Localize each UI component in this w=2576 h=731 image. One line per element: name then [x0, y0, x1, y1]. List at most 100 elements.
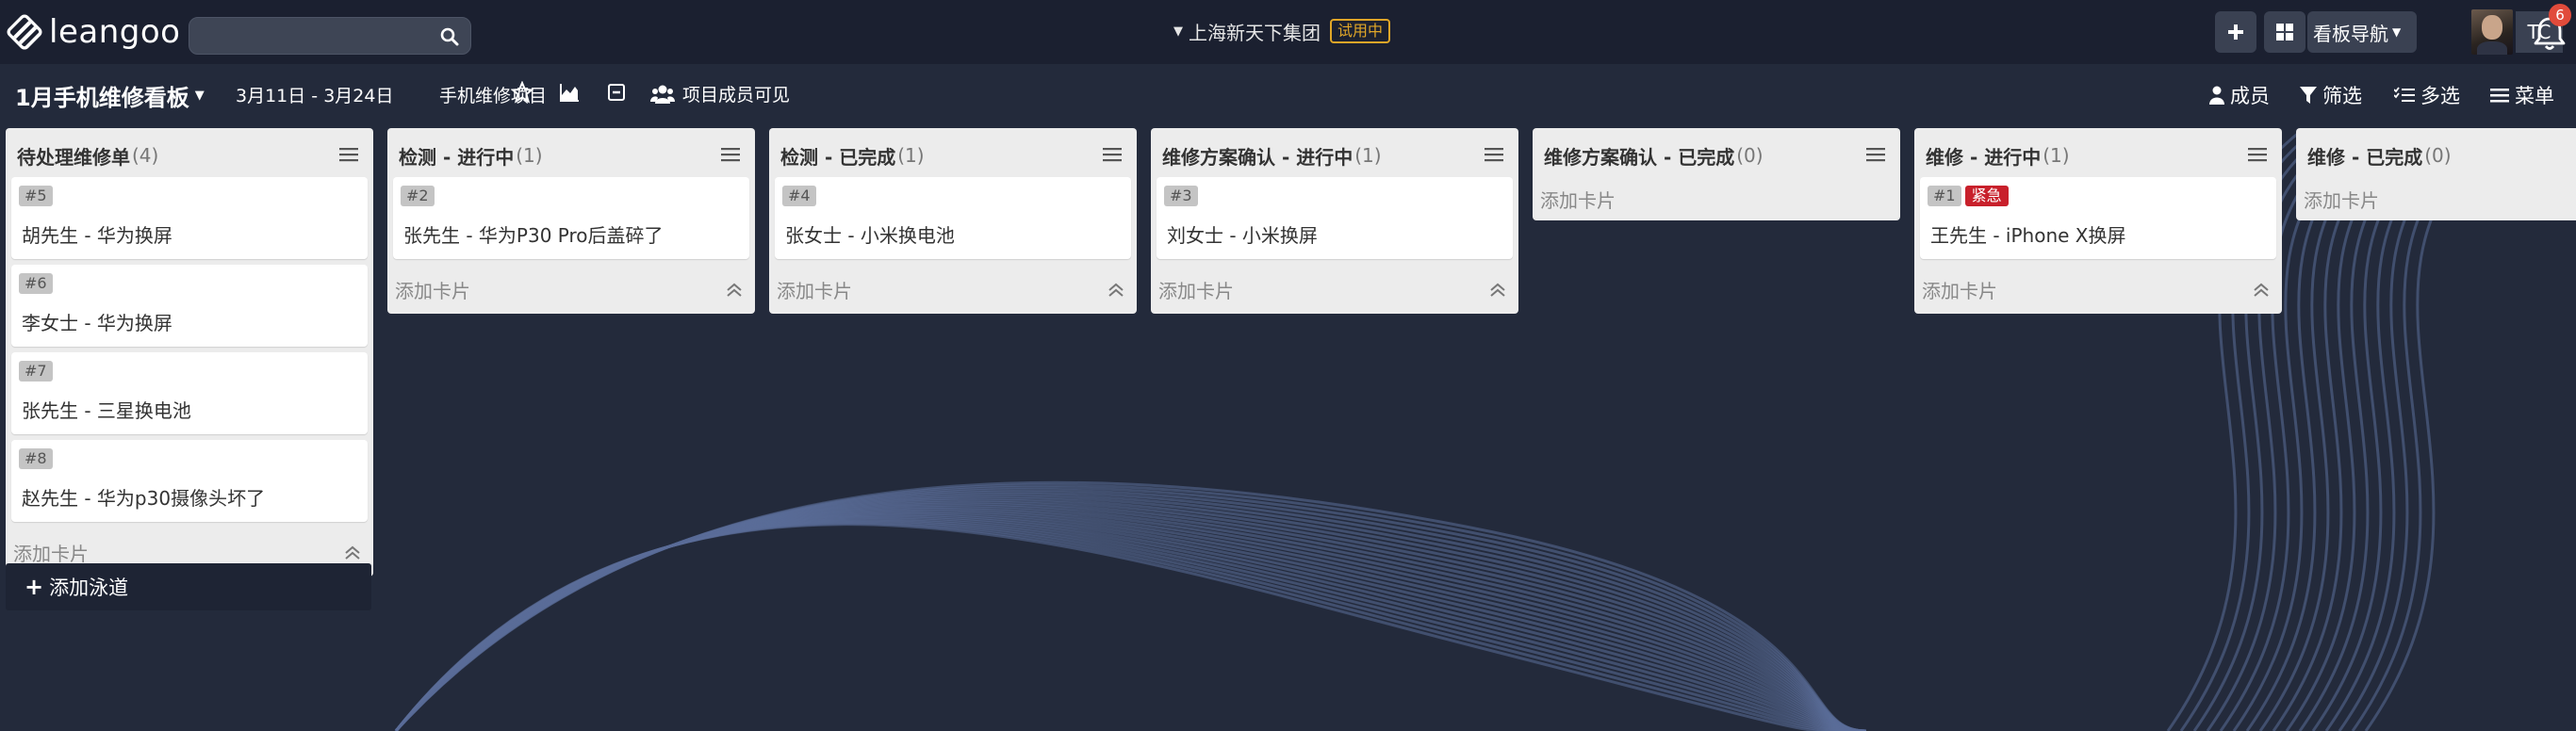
lane-header[interactable]: 维修 - 进行中 (1)	[1920, 134, 2276, 177]
board-title[interactable]: 1月手机维修看板 ▼	[15, 79, 205, 112]
add-lane-button[interactable]: + 添加泳道	[6, 563, 371, 610]
card-title: 赵先生 - 华为p30摄像头坏了	[22, 487, 266, 510]
collapse-up-icon[interactable]	[725, 282, 744, 299]
search-icon[interactable]	[440, 27, 459, 46]
collapse-square-icon[interactable]	[605, 81, 628, 104]
board-dates[interactable]: 3月11日 - 3月24日	[236, 82, 393, 107]
lane-title: 维修 - 已完成	[2307, 145, 2423, 169]
caret-down-icon: ▼	[194, 89, 205, 103]
lane-header[interactable]: 维修方案确认 - 进行中 (1)	[1157, 134, 1513, 177]
lane-count: (1)	[516, 144, 543, 167]
lane-header[interactable]: 检测 - 已完成 (1)	[775, 134, 1131, 177]
collapse-up-icon[interactable]	[2252, 282, 2271, 299]
card[interactable]: #6 李女士 - 华为换屏	[11, 265, 368, 347]
filter-icon	[2300, 87, 2317, 104]
card[interactable]: #2 张先生 - 华为P30 Pro后盖碎了	[393, 177, 749, 259]
lane-header[interactable]: 检测 - 进行中 (1)	[393, 134, 749, 177]
card-number: #8	[19, 448, 53, 469]
search-box[interactable]	[189, 17, 471, 55]
card-title: 张先生 - 三星换电池	[22, 399, 191, 422]
lane-header[interactable]: 维修方案确认 - 已完成 (0)	[1538, 134, 1895, 177]
card[interactable]: #3 刘女士 - 小米换屏	[1157, 177, 1513, 259]
lane: 维修 - 已完成 (0) 添加卡片	[2296, 128, 2576, 220]
hamburger-icon	[2490, 89, 2509, 103]
lane-menu-icon[interactable]	[1866, 147, 1885, 162]
add-card-link[interactable]: 添加卡片	[1922, 276, 1997, 303]
add-button[interactable]	[2215, 11, 2256, 53]
grid-icon	[2276, 24, 2293, 41]
boards-grid-button[interactable]	[2264, 11, 2305, 53]
collapse-up-icon[interactable]	[1488, 282, 1507, 299]
board-title-text: 1月手机维修看板	[15, 85, 189, 111]
search-input[interactable]	[189, 18, 470, 54]
avatar[interactable]	[2471, 9, 2513, 55]
card[interactable]: #7 张先生 - 三星换电池	[11, 352, 368, 434]
top-navbar: leangoo ▼ 上海新天下集团 试用中 看板导航 ▼ TC 6	[0, 0, 2576, 64]
lane-title: 维修 - 进行中	[1926, 145, 2042, 169]
caret-down-icon: ▼	[1173, 24, 1183, 39]
trial-badge: 试用中	[1330, 19, 1391, 43]
logo[interactable]: leangoo	[5, 12, 180, 52]
card[interactable]: #1 紧急王先生 - iPhone X换屏	[1920, 177, 2276, 259]
card-title: 刘女士 - 小米换屏	[1167, 224, 1318, 247]
card-number: #5	[19, 186, 53, 206]
org-switcher[interactable]: ▼ 上海新天下集团 试用中	[1173, 17, 1391, 45]
collapse-up-icon[interactable]	[1107, 282, 1125, 299]
lane: 维修方案确认 - 已完成 (0) 添加卡片	[1533, 128, 1900, 220]
card-number: #1	[1928, 186, 1961, 206]
lane-count: (1)	[897, 144, 925, 167]
lane-header[interactable]: 维修 - 已完成 (0)	[2302, 134, 2576, 177]
card[interactable]: #8 赵先生 - 华为p30摄像头坏了	[11, 440, 368, 522]
chart-icon[interactable]	[558, 81, 581, 104]
add-card-link[interactable]: 添加卡片	[1158, 276, 1234, 303]
filter-button[interactable]: 筛选	[2300, 81, 2362, 109]
lane-header[interactable]: 待处理维修单 (4)	[11, 134, 368, 177]
plus-icon: +	[25, 574, 44, 600]
add-card-link[interactable]: 添加卡片	[777, 276, 852, 303]
lane: 维修 - 进行中 (1) #1 紧急 王先生 - iPhone X换屏 添加卡片	[1914, 128, 2282, 314]
lane-menu-icon[interactable]	[721, 147, 740, 162]
board-toolbar: 1月手机维修看板 ▼ 3月11日 - 3月24日 手机维修项目 项目成员可见 成…	[0, 64, 2576, 124]
lane-count: (4)	[132, 144, 159, 167]
members-label: 成员	[2230, 85, 2270, 107]
lane-menu-icon[interactable]	[339, 147, 358, 162]
lane: 待处理维修单 (4) #5 胡先生 - 华为换屏 #6 李女士 - 华为换屏 #7 张先生 -…	[6, 128, 373, 577]
lane-menu-icon[interactable]	[1485, 147, 1503, 162]
card-number: #6	[19, 273, 53, 294]
lane-title: 检测 - 进行中	[399, 145, 515, 169]
add-card-link[interactable]: 添加卡片	[2304, 186, 2379, 213]
multi-select-button[interactable]: 多选	[2394, 81, 2460, 109]
list-check-icon	[2394, 87, 2415, 102]
add-card-link[interactable]: 添加卡片	[395, 276, 470, 303]
card-title: 王先生 - iPhone X换屏	[1930, 224, 2126, 247]
members-button[interactable]: 成员	[2209, 81, 2270, 109]
menu-button[interactable]: 菜单	[2490, 81, 2554, 109]
filter-label: 筛选	[2322, 85, 2362, 107]
board-nav-label: 看板导航	[2313, 22, 2388, 45]
collapse-up-icon[interactable]	[343, 544, 362, 561]
lane: 检测 - 进行中 (1) #2 张先生 - 华为P30 Pro后盖碎了 添加卡片	[387, 128, 755, 314]
card-number: #2	[401, 186, 435, 206]
lane-count: (1)	[1354, 144, 1382, 167]
lane-title: 检测 - 已完成	[780, 145, 896, 169]
lane-title: 待处理维修单	[17, 145, 130, 169]
lane-menu-icon[interactable]	[1103, 147, 1122, 162]
card-title: 胡先生 - 华为换屏	[22, 224, 172, 247]
card-number: #7	[19, 361, 53, 382]
add-card-link[interactable]: 添加卡片	[1540, 186, 1616, 213]
card[interactable]: #5 胡先生 - 华为换屏	[11, 177, 368, 259]
multi-select-label: 多选	[2420, 85, 2460, 107]
lane: 维修方案确认 - 进行中 (1) #3 刘女士 - 小米换屏添加卡片	[1151, 128, 1518, 314]
card-number: #3	[1164, 186, 1198, 206]
board-nav-button[interactable]: 看板导航 ▼	[2307, 11, 2417, 53]
visibility-label: 项目成员可见	[682, 85, 791, 106]
add-card-link[interactable]: 添加卡片	[13, 539, 89, 566]
lane-menu-icon[interactable]	[2248, 147, 2267, 162]
caret-down-icon: ▼	[2392, 25, 2402, 39]
plus-icon	[2228, 24, 2243, 40]
urgent-tag: 紧急	[1964, 186, 2009, 206]
card-title: 李女士 - 华为换屏	[22, 312, 172, 334]
visibility-setting[interactable]: 项目成员可见	[650, 81, 790, 106]
star-icon[interactable]	[511, 81, 533, 104]
card[interactable]: #4 张女士 - 小米换电池	[775, 177, 1131, 259]
